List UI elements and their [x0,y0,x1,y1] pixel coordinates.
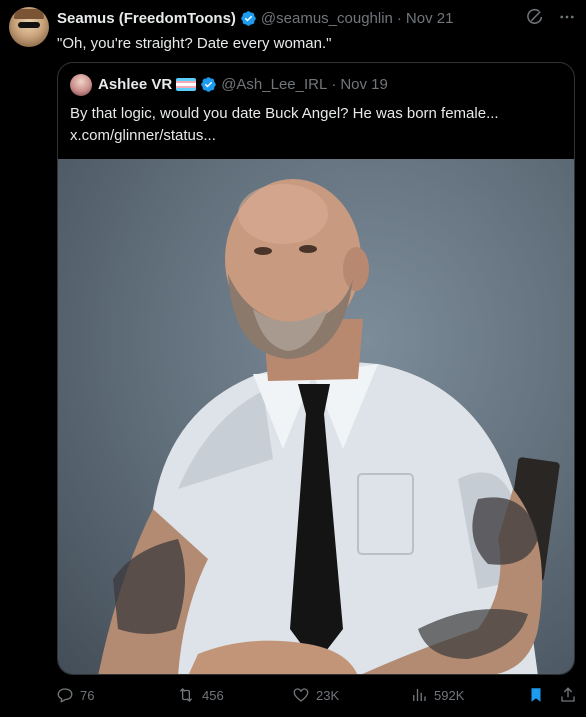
bookmark-icon [531,688,541,702]
repost-button[interactable]: 456 [176,686,224,704]
author-avatar[interactable] [9,7,49,47]
verified-badge-icon [241,10,256,26]
quoted-tweet-date[interactable]: Nov 19 [340,76,388,93]
views-icon [413,689,426,701]
quoted-tweet-body: By that logic, would you date Buck Angel… [70,105,499,122]
trans-flag-emoji [176,78,197,91]
avatar-sunglasses [18,22,40,28]
more-icon[interactable] [558,8,576,26]
repost-icon [179,688,193,702]
views-count: 592K [434,687,465,703]
tweet-header: Seamus (FreedomToons) @seamus_coughlin ·… [57,8,453,28]
grok-icon[interactable] [526,8,544,26]
tweet[interactable]: Seamus (FreedomToons) @seamus_coughlin ·… [0,0,586,717]
quoted-tweet[interactable]: Ashlee VR @Ash_Lee_IRL · Nov 19 By that … [57,62,575,675]
quoted-tweet-header: Ashlee VR @Ash_Lee_IRL · Nov 19 [98,76,388,93]
share-button[interactable] [559,686,577,704]
like-button[interactable]: 23K [292,686,339,704]
quoted-tweet-text: By that logic, would you date Buck Angel… [70,103,564,147]
views-button[interactable]: 592K [410,686,464,704]
quoted-author-handle[interactable]: @Ash_Lee_IRL [221,76,327,93]
quoted-author-name[interactable]: Ashlee VR [98,76,172,93]
author-name[interactable]: Seamus (FreedomToons) [57,10,236,27]
tweet-text: "Oh, you're straight? Date every woman." [57,35,332,52]
tweet-top-actions [526,8,576,26]
reply-icon [57,688,73,703]
verified-badge-icon [201,77,216,92]
reply-button[interactable]: 76 [56,686,94,704]
share-icon [561,687,575,702]
like-icon [293,688,309,702]
avatar-hat [14,9,44,19]
reply-count: 76 [80,687,95,703]
like-count: 23K [316,687,340,703]
tweet-date[interactable]: Nov 21 [406,10,454,27]
separator-dot: · [396,9,402,27]
quoted-tweet-photo[interactable] [58,159,574,674]
repost-count: 456 [202,687,224,703]
bookmark-button[interactable] [527,686,545,704]
author-handle[interactable]: @seamus_coughlin [261,10,393,27]
quoted-tweet-link[interactable]: x.com/glinner/status... [70,125,564,147]
tweet-action-bar: 76 456 23K 592K [0,686,586,710]
quoted-author-avatar[interactable] [70,74,92,96]
portrait-illustration [98,179,560,674]
separator-dot: · [331,76,337,93]
